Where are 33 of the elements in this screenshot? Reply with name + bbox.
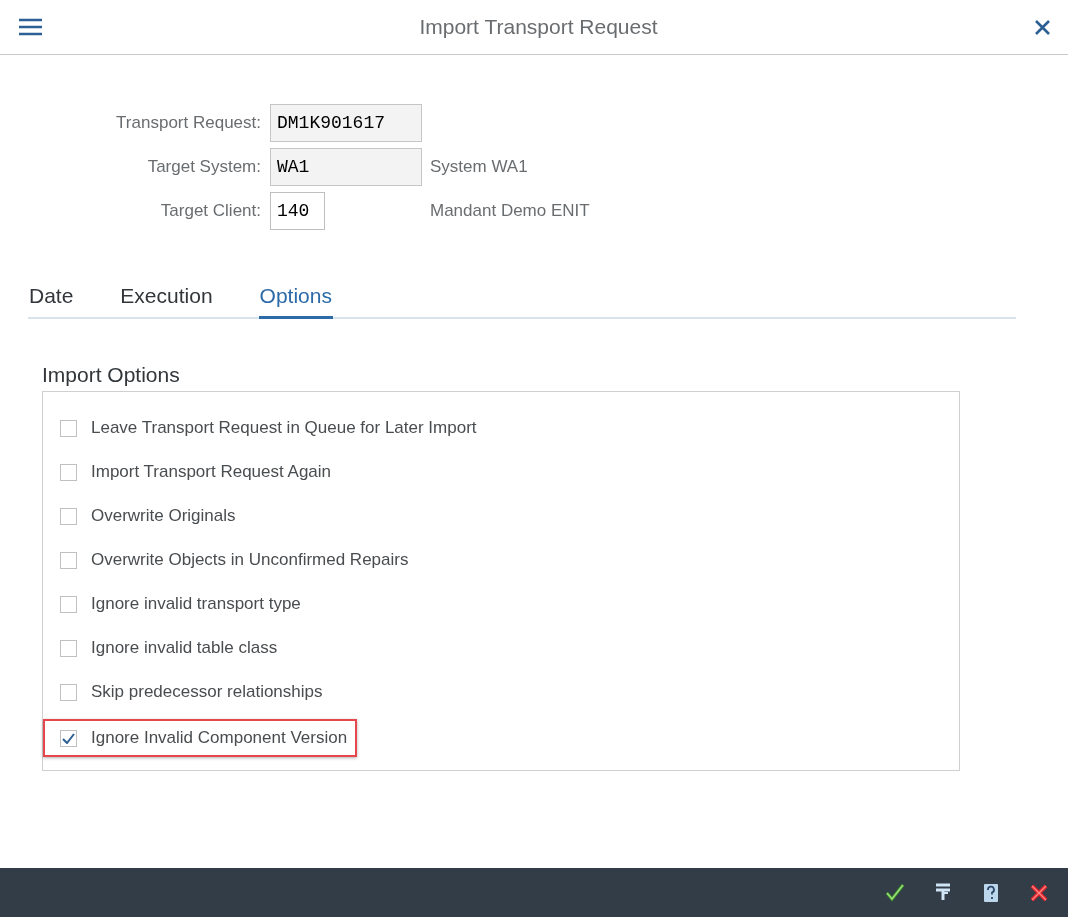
checkbox[interactable]	[60, 595, 77, 613]
input-field[interactable]: 140	[270, 192, 325, 230]
check-button[interactable]	[884, 881, 906, 904]
field-label: Target Client:	[159, 201, 262, 221]
field-description: Mandant Demo ENIT	[429, 201, 591, 221]
tab[interactable]: Execution	[119, 284, 214, 319]
option-label: Ignore invalid transport type	[91, 594, 301, 614]
close-icon[interactable]	[1034, 18, 1051, 36]
tab[interactable]: Options	[258, 284, 333, 319]
checkbox[interactable]	[60, 729, 77, 747]
checkbox[interactable]	[60, 463, 77, 481]
checkbox[interactable]	[60, 551, 77, 569]
checkbox[interactable]	[60, 419, 77, 437]
option-label: Overwrite Objects in Unconfirmed Repairs	[91, 550, 409, 570]
option-label: Import Transport Request Again	[91, 462, 332, 482]
field-description: System WA1	[429, 157, 529, 177]
field-label: Target System:	[146, 157, 262, 177]
option-label: Leave Transport Request in Queue for Later Import	[91, 418, 477, 438]
field-label: Transport Request:	[115, 113, 262, 133]
option-label: Ignore Invalid Component Version	[91, 728, 348, 748]
option-label: Ignore invalid table class	[91, 638, 278, 658]
menu-icon[interactable]	[18, 17, 43, 37]
option-label: Overwrite Originals	[91, 506, 236, 526]
option-label: Skip predecessor relationships	[91, 682, 323, 702]
tab[interactable]: Date	[28, 284, 75, 319]
checkbox[interactable]	[60, 683, 77, 701]
checkbox[interactable]	[60, 639, 77, 657]
input-field[interactable]: DM1K901617	[270, 104, 422, 142]
input-field[interactable]: WA1	[270, 148, 422, 186]
check-icon	[884, 881, 906, 904]
window-title: Import Transport Request	[418, 15, 659, 39]
group-title: Import Options	[42, 363, 181, 387]
checkbox[interactable]	[60, 507, 77, 525]
